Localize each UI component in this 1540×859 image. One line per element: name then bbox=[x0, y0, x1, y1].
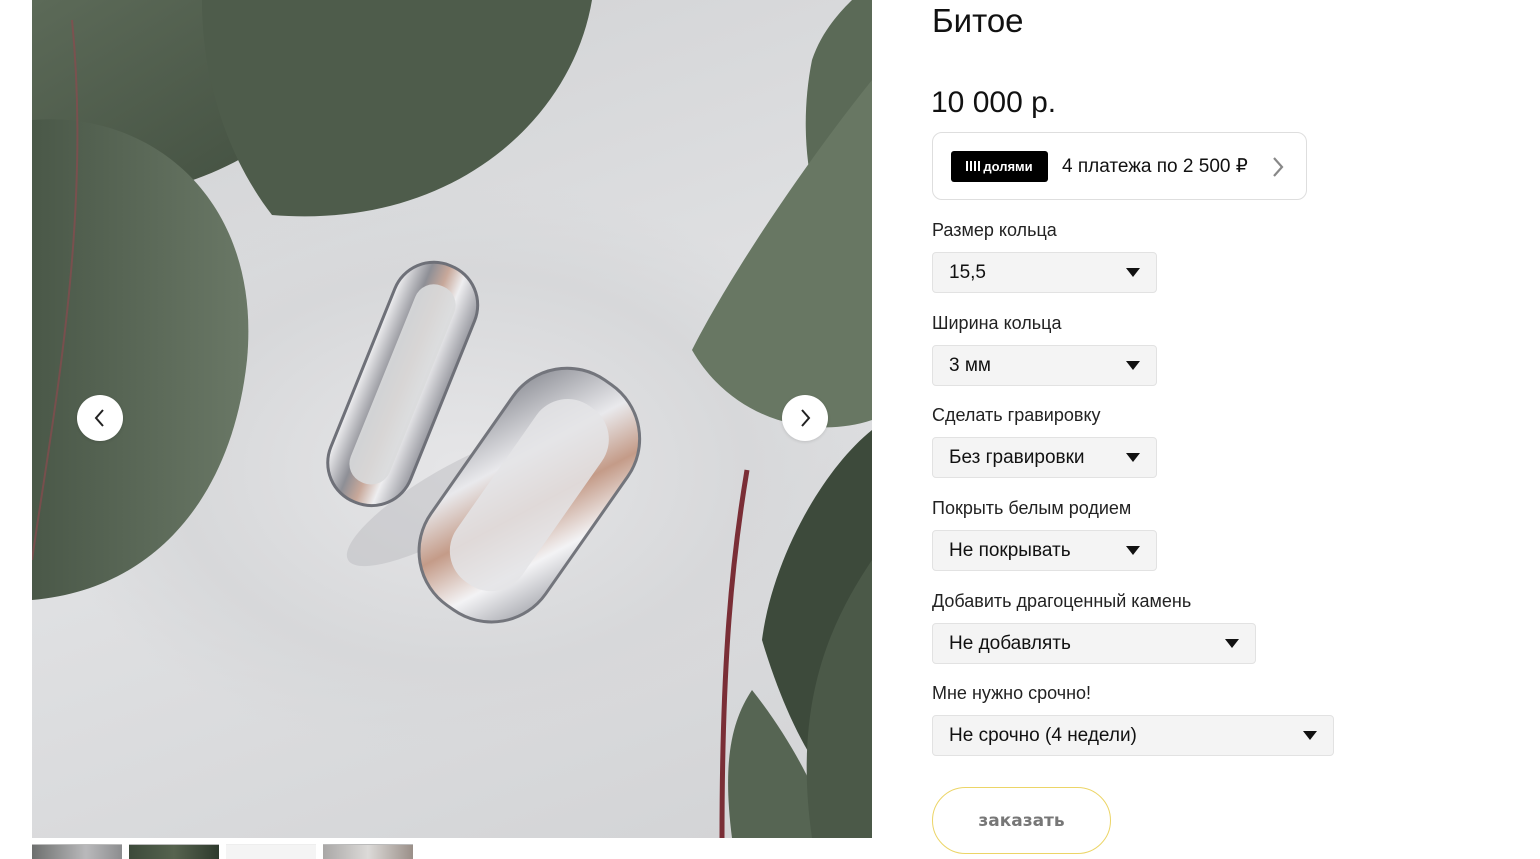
ring-size-label: Размер кольца bbox=[932, 220, 1057, 240]
ring-width-value: 3 мм bbox=[949, 354, 991, 376]
engraving-value: Без гравировки bbox=[949, 446, 1085, 468]
gallery-thumbnails bbox=[32, 844, 413, 859]
product-title: Битое bbox=[932, 2, 1024, 39]
product-gallery bbox=[32, 0, 872, 838]
gallery-thumbnail[interactable] bbox=[32, 844, 122, 859]
rhodium-select[interactable]: Не покрывать bbox=[932, 530, 1157, 571]
chevron-left-icon bbox=[94, 409, 104, 427]
dolyami-logo: долями bbox=[951, 150, 1048, 182]
ring-size-value: 15,5 bbox=[949, 261, 986, 283]
ring-size-select[interactable]: 15,5 bbox=[932, 252, 1157, 293]
dolyami-badge-label: долями bbox=[983, 158, 1033, 174]
urgent-select[interactable]: Не срочно (4 недели) bbox=[932, 715, 1334, 756]
gallery-thumbnail[interactable] bbox=[129, 844, 219, 859]
gallery-next-button[interactable] bbox=[782, 395, 828, 441]
ring-width-select[interactable]: 3 мм bbox=[932, 345, 1157, 386]
dolyami-bars-icon bbox=[966, 161, 981, 171]
urgent-label: Мне нужно срочно! bbox=[932, 683, 1092, 703]
dolyami-installments-text: 4 платежа по 2 500 ₽ bbox=[1062, 155, 1248, 177]
dropdown-arrow-icon bbox=[1126, 546, 1140, 555]
order-button[interactable]: заказать bbox=[932, 787, 1111, 854]
dropdown-arrow-icon bbox=[1303, 731, 1317, 740]
gemstone-select[interactable]: Не добавлять bbox=[932, 623, 1256, 664]
chevron-right-icon bbox=[801, 409, 811, 427]
dropdown-arrow-icon bbox=[1126, 453, 1140, 462]
gallery-thumbnail[interactable] bbox=[226, 844, 316, 859]
rhodium-label: Покрыть белым родием bbox=[932, 498, 1132, 518]
product-photo bbox=[32, 0, 872, 838]
chevron-right-icon bbox=[1273, 157, 1284, 177]
urgent-value: Не срочно (4 недели) bbox=[949, 724, 1137, 746]
engraving-label: Сделать гравировку bbox=[932, 405, 1101, 425]
gallery-thumbnail[interactable] bbox=[323, 844, 413, 859]
dropdown-arrow-icon bbox=[1126, 268, 1140, 277]
product-price: 10 000 р. bbox=[931, 86, 1057, 119]
rhodium-value: Не покрывать bbox=[949, 539, 1071, 561]
gemstone-label: Добавить драгоценный камень bbox=[932, 591, 1192, 611]
gallery-prev-button[interactable] bbox=[77, 395, 123, 441]
gemstone-value: Не добавлять bbox=[949, 632, 1071, 654]
dolyami-widget[interactable]: долями 4 платежа по 2 500 ₽ bbox=[932, 132, 1307, 200]
engraving-select[interactable]: Без гравировки bbox=[932, 437, 1157, 478]
ring-width-label: Ширина кольца bbox=[932, 313, 1062, 333]
dropdown-arrow-icon bbox=[1126, 361, 1140, 370]
dropdown-arrow-icon bbox=[1225, 639, 1239, 648]
